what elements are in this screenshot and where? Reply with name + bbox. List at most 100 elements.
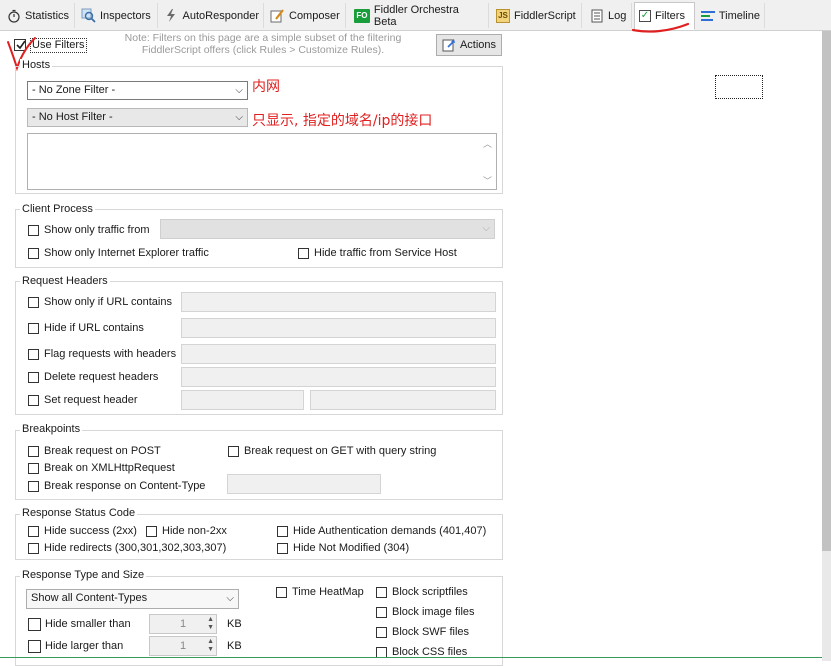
block-image-checkbox[interactable] (376, 607, 387, 618)
set-header-name-input[interactable] (181, 390, 304, 410)
show-only-traffic-label: Show only traffic from (44, 224, 150, 236)
tab-timeline[interactable]: Timeline (697, 3, 765, 28)
hide-url-label: Hide if URL contains (44, 322, 144, 334)
set-header-checkbox[interactable] (28, 395, 39, 406)
hide-smaller-label: Hide smaller than (45, 618, 131, 630)
hide-not-modified-label: Hide Not Modified (304) (293, 542, 410, 554)
tab-composer[interactable]: Composer (266, 3, 346, 28)
break-get-label: Break request on GET with query string (244, 445, 437, 457)
spin-down-icon[interactable]: ▼ (207, 624, 214, 632)
time-heatmap-checkbox[interactable] (276, 587, 287, 598)
chevron-down-icon: ⌵ (235, 112, 243, 123)
tab-log[interactable]: Log (585, 3, 632, 28)
hide-smaller-checkbox[interactable] (28, 618, 41, 631)
hide-url-input[interactable] (181, 318, 496, 338)
process-select[interactable]: ⌵ (160, 219, 495, 239)
tab-label: FiddlerScript (514, 9, 576, 22)
checkbox-icon: ✓ (639, 10, 651, 22)
delete-headers-label: Delete request headers (44, 371, 159, 383)
hide-service-host-checkbox[interactable] (298, 248, 309, 259)
flag-requests-label: Flag requests with headers (44, 348, 177, 360)
red-underline-annotation (631, 22, 690, 33)
spin-up-icon[interactable]: ▲ (207, 616, 214, 624)
scroll-down-icon[interactable]: ﹀ (483, 174, 492, 187)
tab-inspectors[interactable]: Inspectors (77, 3, 158, 28)
hosts-list-textarea[interactable]: ︿ ﹀ (27, 133, 497, 190)
actions-button[interactable]: Actions (436, 34, 502, 56)
break-xhr-checkbox[interactable] (28, 463, 39, 474)
scroll-up-icon[interactable]: ︿ (483, 137, 492, 150)
hide-larger-value: 1 (179, 640, 187, 652)
hide-non2xx-label: Hide non-2xx (162, 525, 227, 537)
delete-headers-input[interactable] (181, 367, 496, 387)
use-filters-label: Use Filters (30, 38, 87, 53)
hide-not-modified-checkbox[interactable] (277, 543, 288, 554)
magnifier-icon (81, 8, 96, 23)
document-icon (589, 8, 604, 23)
tab-fiddler-orchestra[interactable]: FO Fiddler Orchestra Beta (350, 3, 489, 28)
hide-redirects-label: Hide redirects (300,301,302,303,307) (44, 542, 227, 554)
hide-larger-label: Hide larger than (45, 640, 124, 652)
note-line-1: Note: Filters on this page are a simple … (124, 32, 402, 44)
hide-redirects-checkbox[interactable] (28, 543, 39, 554)
hide-larger-checkbox[interactable] (28, 640, 41, 653)
hide-smaller-unit: KB (227, 618, 242, 630)
block-swf-checkbox[interactable] (376, 627, 387, 638)
delete-headers-checkbox[interactable] (28, 372, 39, 383)
hide-non2xx-checkbox[interactable] (146, 526, 157, 537)
hosts-legend: Hosts (20, 59, 53, 71)
hide-smaller-stepper[interactable]: 1 ▲ ▼ (149, 614, 217, 634)
flag-requests-input[interactable] (181, 344, 496, 364)
spin-up-icon[interactable]: ▲ (207, 638, 214, 646)
tab-autoresponder[interactable]: AutoResponder (160, 3, 264, 28)
tab-label: Inspectors (100, 9, 151, 22)
break-content-type-checkbox[interactable] (28, 481, 39, 492)
break-content-type-input[interactable] (227, 474, 381, 494)
hide-success-checkbox[interactable] (28, 526, 39, 537)
hide-larger-stepper[interactable]: 1 ▲ ▼ (149, 636, 217, 656)
tab-fiddlerscript[interactable]: JS FiddlerScript (492, 3, 582, 28)
block-script-checkbox[interactable] (376, 587, 387, 598)
zone-filter-select[interactable]: - No Zone Filter - ⌵ (27, 81, 248, 100)
chevron-down-icon: ⌵ (235, 85, 243, 96)
vertical-scrollbar[interactable] (822, 31, 831, 661)
chevron-down-icon: ⌵ (226, 593, 234, 604)
tab-strip: Statistics Inspectors AutoResponder Comp… (0, 0, 831, 31)
host-filter-select[interactable]: - No Host Filter - ⌵ (27, 108, 248, 127)
tab-label: Composer (289, 9, 340, 22)
actions-label: Actions (459, 39, 497, 51)
host-annotation: 只显示, 指定的域名/ip的接口 (252, 113, 433, 129)
host-filter-value: - No Host Filter - (32, 111, 113, 123)
tab-label: Log (608, 9, 627, 22)
note-line-2: FiddlerScript offers (click Rules > Cust… (141, 44, 385, 56)
flag-requests-checkbox[interactable] (28, 349, 39, 360)
tab-label: Timeline (718, 9, 760, 22)
lightning-icon (164, 8, 179, 23)
breakpoints-legend: Breakpoints (20, 423, 83, 435)
hide-auth-checkbox[interactable] (277, 526, 288, 537)
set-header-value-input[interactable] (310, 390, 496, 410)
stopwatch-icon (6, 8, 21, 23)
show-only-traffic-checkbox[interactable] (28, 225, 39, 236)
client-process-legend: Client Process (20, 203, 95, 215)
show-only-url-checkbox[interactable] (28, 297, 39, 308)
show-only-ie-label: Show only Internet Explorer traffic (44, 247, 209, 259)
content-types-select[interactable]: Show all Content-Types ⌵ (26, 589, 239, 609)
content-types-value: Show all Content-Types (31, 592, 148, 604)
js-icon: JS (496, 8, 510, 23)
selection-placeholder (715, 75, 763, 99)
hide-url-checkbox[interactable] (28, 323, 39, 334)
break-post-checkbox[interactable] (28, 446, 39, 457)
break-xhr-label: Break on XMLHttpRequest (44, 462, 175, 474)
scrollbar-thumb[interactable] (822, 31, 831, 551)
break-post-label: Break request on POST (44, 445, 161, 457)
break-content-type-label: Break response on Content-Type (44, 480, 206, 492)
show-only-ie-checkbox[interactable] (28, 248, 39, 259)
tab-statistics[interactable]: Statistics (2, 3, 75, 28)
spin-down-icon[interactable]: ▼ (207, 646, 214, 654)
hide-smaller-value: 1 (179, 618, 187, 630)
tab-label: AutoResponder (182, 9, 259, 22)
show-only-url-input[interactable] (181, 292, 496, 312)
hide-auth-label: Hide Authentication demands (401,407) (293, 525, 487, 537)
break-get-checkbox[interactable] (228, 446, 239, 457)
